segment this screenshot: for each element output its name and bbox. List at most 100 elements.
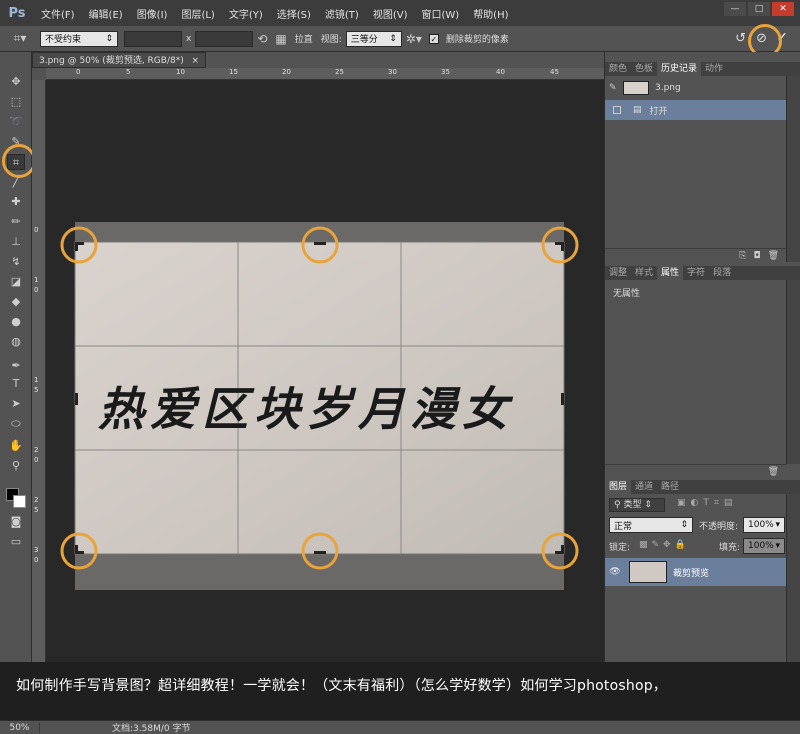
crop-handle-right[interactable] (561, 393, 564, 405)
document-tab[interactable]: 3.png @ 50% (裁剪预选, RGB/8*) × (32, 52, 206, 68)
ruler-h-tick: 5 (126, 68, 131, 76)
ruler-v-tick: 2 (34, 446, 39, 454)
properties-panel-tabs: 调整 样式 属性 字符 段落 (605, 266, 800, 280)
no-properties-text: 无属性 (613, 289, 641, 299)
close-window-button[interactable]: ✕ (772, 2, 794, 16)
blur-tool-icon[interactable]: ● (7, 314, 25, 330)
paint-bucket-tool-icon[interactable]: ◆ (7, 294, 25, 310)
height-field[interactable] (195, 30, 254, 47)
background-color-swatch[interactable] (13, 495, 26, 508)
swap-icon[interactable]: ⟲ (253, 32, 271, 46)
menu-file[interactable]: 文件(F) (34, 6, 82, 21)
delete-cropped-checkbox[interactable]: ✓ (428, 33, 439, 44)
healing-brush-tool-icon[interactable]: ✚ (7, 194, 25, 210)
marquee-tool-icon[interactable]: ⬚ (7, 94, 25, 110)
tab-character[interactable]: 字符 (683, 266, 709, 280)
tab-actions[interactable]: 动作 (701, 62, 727, 76)
hand-tool-icon[interactable]: ✋ (7, 438, 25, 454)
screen-mode-icon[interactable]: ▭ (7, 534, 25, 550)
maximize-button[interactable]: □ (748, 2, 770, 16)
view-select[interactable]: 三等分 ⇕ (345, 30, 402, 47)
menu-help[interactable]: 帮助(H) (466, 6, 515, 21)
fill-field[interactable]: 100% ▾ (743, 538, 785, 554)
layer-row[interactable]: 👁 裁剪预览 (605, 558, 787, 586)
zoom-level[interactable]: 50% (0, 722, 40, 733)
blend-mode-select[interactable]: 正常 ⇕ (609, 517, 693, 533)
eye-icon[interactable]: 👁 (605, 567, 625, 577)
document-tab-title: 3.png @ 50% (裁剪预选, RGB/8*) (39, 56, 184, 66)
trash-icon[interactable]: 🗑 (768, 251, 779, 261)
ruler-v-tick: 2 (34, 496, 39, 504)
lasso-tool-icon[interactable]: ➰ (7, 114, 25, 130)
tab-paragraph[interactable]: 段落 (709, 266, 735, 280)
eyedropper-tool-icon[interactable]: ╱ (7, 174, 25, 190)
crop-tool-icon[interactable]: ⌗ (7, 154, 25, 170)
ellipse-tool-icon[interactable]: ⬭ (7, 416, 25, 432)
tab-channels[interactable]: 通道 (631, 480, 657, 494)
crop-tool-preset-icon[interactable]: ⌗▾ (0, 31, 40, 46)
menu-layer[interactable]: 图层(L) (174, 6, 221, 21)
snapshot-label: 3.png (655, 83, 681, 93)
tab-color[interactable]: 颜色 (605, 62, 631, 76)
properties-scrollbar[interactable] (786, 280, 800, 464)
snapshot-camera-icon[interactable]: ◘ (753, 251, 760, 261)
layer-filter-select[interactable]: ⚲ 类型 ⇕ (609, 498, 665, 512)
tab-swatches[interactable]: 色板 (631, 62, 657, 76)
menu-view[interactable]: 视图(V) (366, 6, 415, 21)
trash-icon[interactable]: 🗑 (768, 467, 779, 477)
pen-tool-icon[interactable]: ✒ (7, 358, 25, 374)
history-source-checkbox[interactable] (613, 106, 621, 114)
zoom-tool-icon[interactable]: ⚲ (7, 458, 25, 474)
crop-handle-bottom[interactable] (314, 551, 326, 554)
opacity-field[interactable]: 100% ▾ (743, 517, 785, 533)
history-item[interactable]: ▤ 打开 (605, 100, 787, 120)
layer-filter-icons[interactable]: ▣◐T⌗▤ (677, 498, 737, 508)
menu-edit[interactable]: 编辑(E) (82, 6, 130, 21)
menu-type[interactable]: 文字(Y) (222, 6, 270, 21)
document-icon: ▤ (633, 105, 642, 115)
ratio-select[interactable]: 不受约束 ⇕ (40, 30, 118, 47)
lock-icons[interactable]: ▩✎✥🔒 (639, 540, 690, 550)
crop-handle-left[interactable] (75, 393, 78, 405)
crop-handle-top[interactable] (314, 242, 326, 245)
reset-icon[interactable]: ↺ (735, 31, 746, 46)
path-selection-tool-icon[interactable]: ➤ (7, 396, 25, 412)
chevron-updown-icon: ⇕ (105, 33, 113, 44)
canvas-area[interactable]: 热爱区块岁月漫女 (46, 80, 604, 662)
tab-history[interactable]: 历史记录 (657, 62, 702, 76)
close-tab-icon[interactable]: × (191, 53, 199, 69)
straighten-label[interactable]: 拉直 (291, 32, 317, 45)
clone-stamp-tool-icon[interactable]: ⊥ (7, 234, 25, 250)
move-tool-icon[interactable]: ✥ (7, 74, 25, 90)
tab-layers[interactable]: 图层 (605, 480, 632, 494)
dodge-tool-icon[interactable]: ◍ (7, 334, 25, 350)
layer-name[interactable]: 裁剪预览 (673, 566, 709, 579)
type-tool-icon[interactable]: T (7, 376, 25, 392)
tab-paths[interactable]: 路径 (657, 480, 683, 494)
quick-mask-icon[interactable]: ◙ (7, 514, 25, 530)
menu-select[interactable]: 选择(S) (270, 6, 318, 21)
straighten-icon[interactable]: ▦ (271, 32, 290, 46)
brush-tool-icon[interactable]: ✏ (7, 214, 25, 230)
quick-select-tool-icon[interactable]: ✎ (7, 134, 25, 150)
new-document-from-state-icon[interactable]: ⎘ (739, 251, 746, 261)
eraser-tool-icon[interactable]: ◪ (7, 274, 25, 290)
commit-checkmark-icon[interactable]: ✓ (776, 30, 788, 46)
gear-icon[interactable]: ✲▾ (402, 32, 426, 46)
width-field[interactable] (124, 30, 182, 47)
menu-image[interactable]: 图像(I) (130, 6, 175, 21)
tab-adjustments[interactable]: 调整 (605, 266, 631, 280)
menu-filter[interactable]: 滤镜(T) (318, 6, 366, 21)
layers-scrollbar[interactable] (786, 494, 800, 662)
document-size[interactable]: 文档:3.58M/0 字节 (112, 721, 190, 734)
history-snapshot[interactable]: ✎ 3.png (605, 78, 787, 98)
menu-window[interactable]: 窗口(W) (414, 6, 466, 21)
tab-properties[interactable]: 属性 (657, 266, 684, 280)
minimize-button[interactable]: — (724, 2, 746, 16)
history-brush-tool-icon[interactable]: ↯ (7, 254, 25, 270)
history-scrollbar[interactable] (786, 76, 800, 262)
ruler-h-tick: 20 (282, 68, 291, 76)
cancel-icon[interactable]: ⊘ (756, 31, 767, 46)
chevron-down-icon: ▾ (775, 520, 780, 530)
tab-styles[interactable]: 样式 (631, 266, 657, 280)
